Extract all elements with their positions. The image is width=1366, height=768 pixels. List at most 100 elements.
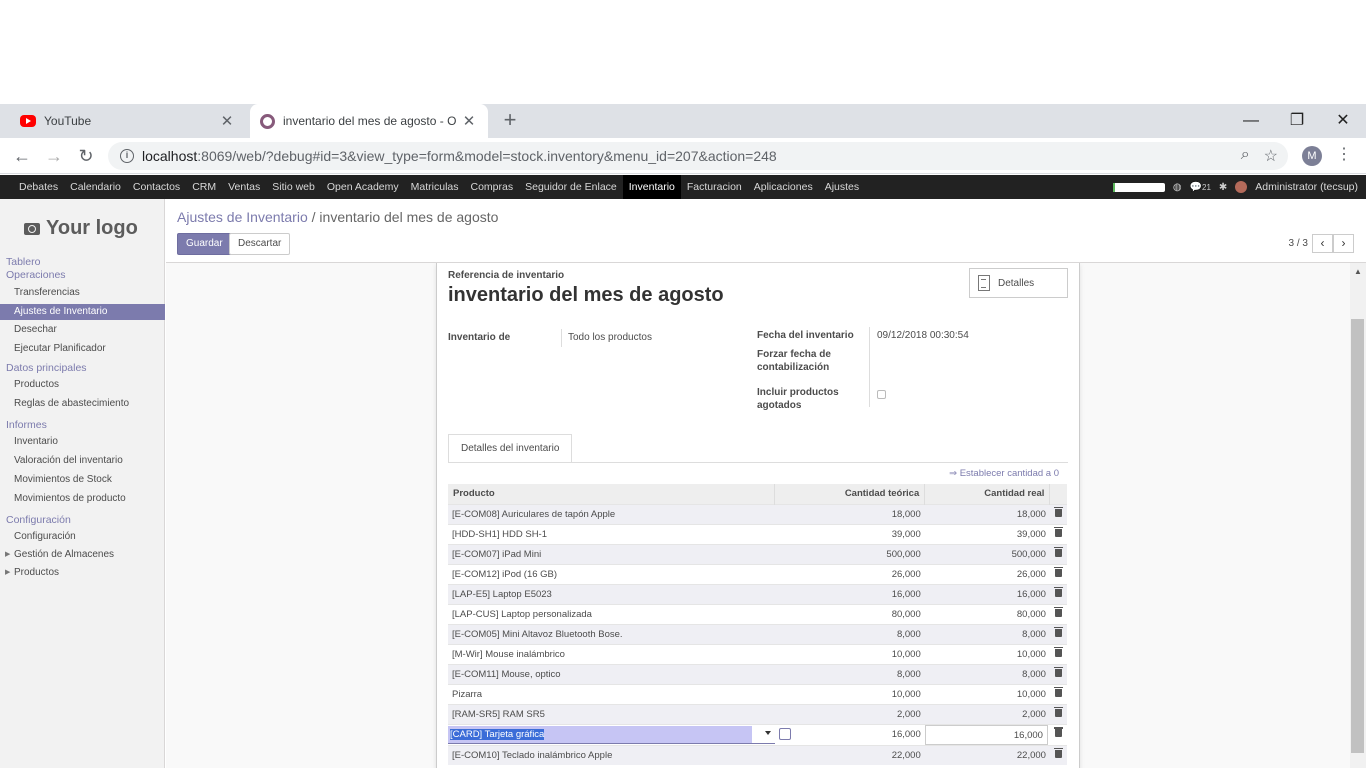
real-qty-cell[interactable]: 8,000 <box>924 623 1050 644</box>
browser-tab-youtube[interactable]: YouTube ✕ <box>8 104 246 138</box>
product-cell[interactable]: [LAP-CUS] Laptop personalizada <box>448 603 775 624</box>
delete-row-icon[interactable] <box>1049 523 1067 544</box>
table-row[interactable]: [E-COM10] Teclado inalámbrico Apple 22,00… <box>448 744 1067 765</box>
menu-item-open-academy[interactable]: Open Academy <box>321 175 405 199</box>
fecha-value[interactable]: 09/12/2018 00:30:54 <box>877 330 969 341</box>
table-row-editing[interactable]: [CARD] Tarjeta gráfica 16,000 16,000 <box>448 723 1067 745</box>
menu-item-contactos[interactable]: Contactos <box>127 175 186 199</box>
product-cell[interactable]: [LAP-E5] Laptop E5023 <box>448 583 775 604</box>
real-qty-cell[interactable]: 18,000 <box>924 503 1050 524</box>
delete-row-icon[interactable] <box>1049 603 1067 624</box>
delete-row-icon[interactable] <box>1049 723 1067 745</box>
table-row[interactable]: [RAM-SR5] RAM SR5 2,000 2,000 <box>448 703 1067 724</box>
product-cell[interactable]: [CARD] Tarjeta gráfica <box>448 723 791 745</box>
sidebar-item-valoracion[interactable]: Valoración del inventario <box>0 451 165 470</box>
inventario-de-value[interactable]: Todo los productos <box>568 332 652 343</box>
column-header-real[interactable]: Cantidad real <box>924 484 1051 504</box>
product-cell[interactable]: [E-COM10] Teclado inalámbrico Apple <box>448 744 775 765</box>
delete-row-icon[interactable] <box>1049 703 1067 724</box>
menu-item-seguidor-de-enlace[interactable]: Seguidor de Enlace <box>519 175 623 199</box>
user-menu[interactable]: Administrator (tecsup) <box>1255 181 1358 193</box>
real-qty-cell[interactable]: 22,000 <box>924 744 1050 765</box>
chevron-left-icon[interactable]: ‹ <box>1312 234 1333 253</box>
reload-icon[interactable]: ↻ <box>74 144 98 168</box>
scrollbar-thumb[interactable] <box>1351 319 1364 753</box>
browser-tab-inventario[interactable]: inventario del mes de agosto - O ✕ <box>250 104 488 138</box>
product-cell[interactable]: [E-COM12] iPod (16 GB) <box>448 563 775 584</box>
tab-detalles-inventario[interactable]: Detalles del inventario <box>448 434 573 463</box>
real-qty-cell[interactable]: 2,000 <box>924 703 1050 724</box>
sidebar-head-tablero[interactable]: Tablero <box>0 256 165 269</box>
address-bar[interactable]: i localhost:8069/web/?debug#id=3&view_ty… <box>108 142 1288 170</box>
delete-row-icon[interactable] <box>1049 744 1067 765</box>
profile-avatar[interactable]: M <box>1302 146 1322 166</box>
incluir-checkbox[interactable] <box>877 390 886 399</box>
table-row[interactable]: [E-COM07] iPad Mini 500,000 500,000 <box>448 543 1067 564</box>
table-row[interactable]: [HDD-SH1] HDD SH-1 39,000 39,000 <box>448 523 1067 544</box>
product-cell[interactable]: [E-COM07] iPad Mini <box>448 543 775 564</box>
product-cell[interactable]: [E-COM05] Mini Altavoz Bluetooth Bose. <box>448 623 775 644</box>
real-qty-cell[interactable]: 39,000 <box>924 523 1050 544</box>
breadcrumb-parent[interactable]: Ajustes de Inventario <box>177 209 308 225</box>
sidebar-item-mov-stock[interactable]: Movimientos de Stock <box>0 470 165 489</box>
real-qty-cell[interactable]: 10,000 <box>924 643 1050 664</box>
minimize-icon[interactable]: — <box>1228 108 1274 134</box>
dropdown-caret-icon[interactable] <box>764 730 771 735</box>
menu-item-calendario[interactable]: Calendario <box>64 175 127 199</box>
delete-row-icon[interactable] <box>1049 583 1067 604</box>
pager-value[interactable]: 3 / 3 <box>1289 238 1308 249</box>
sidebar-item-productos-config[interactable]: ▶ Productos <box>0 564 165 582</box>
table-row[interactable]: [LAP-CUS] Laptop personalizada 80,000 80,0… <box>448 603 1067 624</box>
scrollbar[interactable]: ▲ <box>1350 263 1366 768</box>
real-qty-input[interactable]: 16,000 <box>924 724 1048 745</box>
scroll-up-icon[interactable]: ▲ <box>1354 267 1362 276</box>
details-button[interactable]: Detalles <box>969 268 1068 298</box>
column-header-product[interactable]: Producto <box>448 484 776 504</box>
messages-icon[interactable]: 💬21 <box>1190 182 1211 193</box>
debug-icon[interactable]: ✱ <box>1219 182 1227 193</box>
browser-menu-icon[interactable]: ⋮ <box>1336 144 1352 164</box>
menu-item-sitio-web[interactable]: Sitio web <box>266 175 321 199</box>
forward-icon[interactable]: → <box>42 144 66 168</box>
close-icon[interactable]: ✕ <box>458 112 480 130</box>
table-row[interactable]: [E-COM11] Mouse, optico 8,000 8,000 <box>448 663 1067 684</box>
product-cell[interactable]: [M-Wir] Mouse inalámbrico <box>448 643 775 664</box>
user-avatar[interactable] <box>1235 181 1248 193</box>
product-cell[interactable]: [E-COM11] Mouse, optico <box>448 663 775 684</box>
sidebar-item-reglas[interactable]: Reglas de abastecimiento <box>0 394 165 413</box>
delete-row-icon[interactable] <box>1049 503 1067 524</box>
delete-row-icon[interactable] <box>1049 643 1067 664</box>
menu-item-crm[interactable]: CRM <box>186 175 222 199</box>
delete-row-icon[interactable] <box>1049 663 1067 684</box>
real-qty-cell[interactable]: 16,000 <box>924 723 1050 745</box>
menu-item-ajustes[interactable]: Ajustes <box>819 175 865 199</box>
table-row[interactable]: [E-COM05] Mini Altavoz Bluetooth Bose. 8,… <box>448 623 1067 644</box>
table-row[interactable]: [E-COM12] iPod (16 GB) 26,000 26,000 <box>448 563 1067 584</box>
restore-icon[interactable]: ❐ <box>1274 108 1320 134</box>
window-close-icon[interactable]: ✕ <box>1320 108 1366 134</box>
sidebar-item-almacenes[interactable]: ▶ Gestión de Almacenes <box>0 546 165 564</box>
menu-item-aplicaciones[interactable]: Aplicaciones <box>748 175 819 199</box>
column-header-theoretical[interactable]: Cantidad teórica <box>774 484 926 504</box>
sidebar-item-planificador[interactable]: Ejecutar Planificador <box>0 339 165 358</box>
sidebar-item-transferencias[interactable]: Transferencias <box>0 286 165 304</box>
real-qty-cell[interactable]: 16,000 <box>924 583 1050 604</box>
external-link-icon[interactable] <box>778 727 791 740</box>
menu-item-debates[interactable]: Debates <box>13 175 64 199</box>
menu-item-matriculas[interactable]: Matriculas <box>405 175 465 199</box>
menu-item-ventas[interactable]: Ventas <box>222 175 266 199</box>
sidebar-item-mov-producto[interactable]: Movimientos de producto <box>0 489 165 508</box>
product-cell[interactable]: [RAM-SR5] RAM SR5 <box>448 703 775 724</box>
real-qty-cell[interactable]: 8,000 <box>924 663 1050 684</box>
product-cell[interactable]: Pizarra <box>448 683 775 704</box>
real-qty-cell[interactable]: 26,000 <box>924 563 1050 584</box>
table-row[interactable]: Pizarra 10,000 10,000 <box>448 683 1067 704</box>
real-qty-cell[interactable]: 500,000 <box>924 543 1050 564</box>
bookmark-star-icon[interactable]: ☆ <box>1264 146 1278 166</box>
new-tab-icon[interactable]: + <box>498 108 522 132</box>
sidebar-item-desechar[interactable]: Desechar <box>0 320 165 339</box>
save-button[interactable]: Guardar <box>177 233 232 255</box>
set-zero-link[interactable]: ⇒ Establecer cantidad a 0 <box>949 468 1059 479</box>
product-cell[interactable]: [E-COM08] Auriculares de tapón Apple <box>448 503 775 524</box>
discard-button[interactable]: Descartar <box>229 233 291 255</box>
